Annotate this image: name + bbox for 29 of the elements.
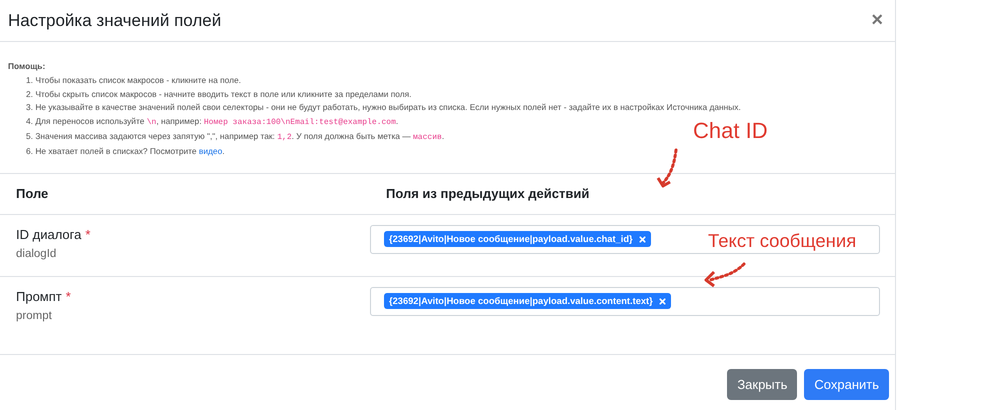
field-label: Промпт [16, 288, 62, 304]
column-header: Поле [15, 186, 50, 202]
required-mark: * [85, 226, 90, 242]
help-item: 1. Чтобы показать список макросов - кликните на поле. [26, 74, 241, 87]
annotation-arrow [656, 148, 678, 188]
remove-icon[interactable] [658, 298, 666, 305]
save-button[interactable]: Сохранить [804, 369, 889, 400]
column-header: Поля из предыдущих действий [385, 186, 590, 202]
help-item: 6. Не хватает полей в списках? Посмотрите видео. [26, 144, 225, 158]
video-link[interactable]: видео [198, 146, 222, 156]
dialog-title: Настройка значений полей [8, 10, 222, 30]
tag-text: {23692|Avito|Новое сообщение|payload.value.content.text} [389, 296, 653, 306]
help-item: 5. Значения массива задаются через запятую ",", например так: 1,2. У поля должна быть метка — массив. [26, 130, 444, 144]
field-key: dialogId [16, 248, 370, 260]
close-button[interactable]: × [867, 9, 887, 32]
annotation-text: Chat ID [693, 118, 768, 144]
tag-text: {23692|Avito|Новое сообщение|payload.value.chat_id} [389, 234, 633, 244]
close-dialog-button[interactable]: Закрыть [727, 369, 798, 400]
annotation-text: Текст сообщения [708, 230, 856, 252]
remove-icon[interactable] [638, 236, 646, 243]
required-mark: * [66, 288, 71, 304]
field-label: ID диалога [16, 226, 82, 242]
help-item: 4. Для переносов используйте \n, например: Номер заказа:100\nEmail:test@example.com. [26, 115, 398, 130]
help-item: 2. Чтобы скрыть список макросов - начните вводить текст в поле или кликните за пределами поля. [26, 88, 412, 101]
help-item: 3. Не указывайте в качестве значений полей свои селекторы - они не будут работать, нужно выбирать из списка. Если нужных полей нет - задайте их в настройках Источника данных. [26, 101, 741, 114]
field-key: prompt [16, 310, 370, 322]
help-title: Помощь: [8, 60, 46, 73]
macro-input-field[interactable]: {23692|Avito|Новое сообщение|payload.value.content.text} [370, 286, 880, 316]
annotation-arrow [704, 262, 746, 288]
